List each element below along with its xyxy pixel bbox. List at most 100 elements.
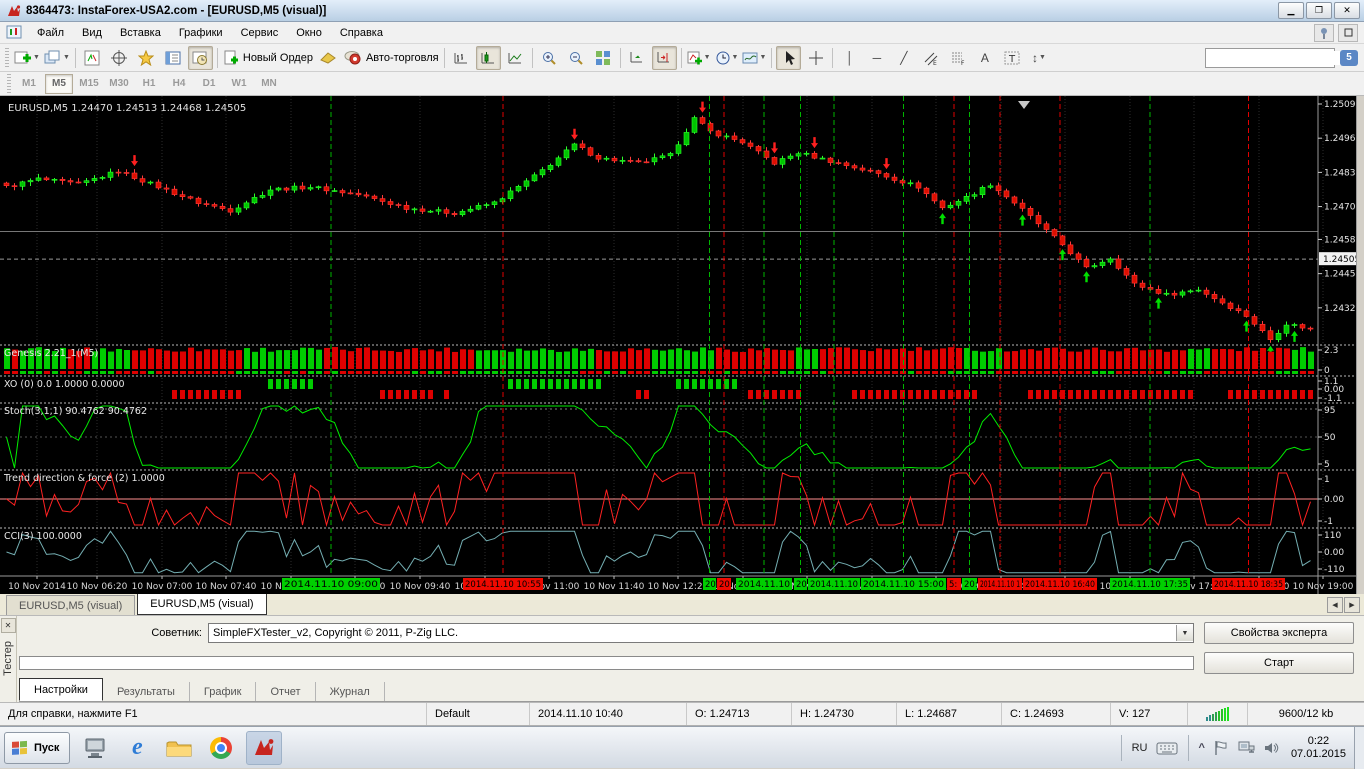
status-profile[interactable]: Default [426,703,529,725]
start-button-windows[interactable]: Пуск [4,732,70,764]
tf-m15[interactable]: M15 [75,74,103,94]
tester-close-button[interactable]: ✕ [1,618,16,633]
keyboard-icon[interactable] [1152,741,1182,755]
tf-h1[interactable]: H1 [135,74,163,94]
internet-explorer-icon[interactable]: e [120,732,154,764]
status-open: O: 1.24713 [686,703,791,725]
menu-view[interactable]: Вид [73,24,111,42]
horizontal-line-button[interactable]: ─ [864,46,889,70]
tester-tab-journal[interactable]: Журнал [316,682,385,701]
tabs-scroll-left-icon[interactable]: ◀ [1327,597,1343,613]
tile-windows-button[interactable] [591,46,616,70]
network-icon[interactable] [1233,740,1259,756]
chart-scrollbar[interactable] [1356,96,1364,594]
terminal-button[interactable] [161,46,186,70]
tester-tab-settings[interactable]: Настройки [19,678,103,701]
chart-line-button[interactable] [503,46,528,70]
chart-canvas[interactable]: EURUSD,M5 1.24470 1.24513 1.24468 1.2450… [0,96,1356,594]
menu-charts[interactable]: Графики [170,24,232,42]
tf-m5[interactable]: M5 [45,74,73,94]
language-indicator[interactable]: RU [1128,742,1152,754]
arrows-tool-button[interactable]: ↕▼ [1026,46,1051,70]
svg-text:0.00: 0.00 [1324,495,1344,505]
restore-button[interactable]: ❐ [1306,2,1332,19]
tester-tab-graph[interactable]: График [190,682,257,701]
zoom-out-button[interactable] [564,46,589,70]
indicators-button[interactable]: ▼ [686,46,712,70]
tf-d1[interactable]: D1 [195,74,223,94]
pin-icon[interactable] [1314,24,1334,42]
svg-text:0: 0 [1324,366,1330,376]
notifications-badge[interactable]: 5 [1340,50,1358,66]
close-button[interactable]: ✕ [1334,2,1360,19]
tf-h4[interactable]: H4 [165,74,193,94]
toolbar-grip[interactable] [5,48,9,68]
chart-tab-1[interactable]: EURUSD,M5 (visual) [137,592,266,615]
metatrader-taskbar-icon[interactable] [246,731,282,765]
tester-tab-report[interactable]: Отчет [256,682,315,701]
fibonacci-button[interactable]: F [945,46,970,70]
periods-button[interactable]: ▼ [714,46,740,70]
folder-icon[interactable] [162,732,196,764]
text-label-button[interactable]: T [999,46,1024,70]
tf-w1[interactable]: W1 [225,74,253,94]
tf-mn[interactable]: MN [255,74,283,94]
profiles-button[interactable]: ▼ [43,46,71,70]
start-button[interactable]: Старт [1204,652,1354,674]
chevron-down-icon[interactable]: ▼ [1176,625,1193,641]
auto-trading-button[interactable]: Авто-торговля [343,46,440,70]
strategy-tester-button[interactable] [188,46,213,70]
new-order-button[interactable]: Новый Ордер [222,46,314,70]
vertical-line-button[interactable]: │ [837,46,862,70]
toolbar-grip[interactable] [7,74,11,94]
cursor-button[interactable] [776,46,801,70]
text-button[interactable]: A [972,46,997,70]
tabs-scroll-right-icon[interactable]: ▶ [1344,597,1360,613]
new-chart-button[interactable]: ▼ [13,46,41,70]
zoom-in-button[interactable] [537,46,562,70]
navigator-button[interactable] [134,46,159,70]
svg-text:2014.11.10 18:35: 2014.11.10 18:35 [1214,580,1283,590]
tf-m30[interactable]: M30 [105,74,133,94]
tester-tab-results[interactable]: Результаты [103,682,190,701]
data-window-button[interactable] [107,46,132,70]
svg-text:10 Nov 07:40: 10 Nov 07:40 [196,582,257,592]
show-desktop-button[interactable] [1354,727,1364,769]
search-field[interactable] [1205,48,1335,68]
crosshair-button[interactable] [803,46,828,70]
svg-text:1.24965: 1.24965 [1324,134,1356,144]
chart-candles-button[interactable] [476,46,501,70]
svg-text:50: 50 [1324,433,1336,443]
menu-insert[interactable]: Вставка [111,24,170,42]
tray-expand-icon[interactable]: ^ [1195,742,1209,754]
trendline-button[interactable]: ╱ [891,46,916,70]
chart-shift-button[interactable] [652,46,677,70]
svg-text:10 Nov 07:00: 10 Nov 07:00 [132,582,193,592]
chrome-icon[interactable] [204,732,238,764]
minimize-button[interactable]: ▁ [1278,2,1304,19]
expert-combobox[interactable]: SimpleFXTester_v2, Copyright © 2011, P-Z… [208,623,1194,643]
svg-text:10 Nov 09:40: 10 Nov 09:40 [390,582,451,592]
svg-text:2014.11.10 15:00: 2014.11.10 15:00 [863,580,944,590]
channel-button[interactable]: E [918,46,943,70]
menu-help[interactable]: Справка [331,24,392,42]
expert-properties-button[interactable]: Свойства эксперта [1204,622,1354,644]
menu-window[interactable]: Окно [287,24,331,42]
volume-icon[interactable] [1259,740,1283,756]
metaeditor-button[interactable] [316,46,341,70]
flag-icon[interactable] [1209,740,1233,756]
market-watch-button[interactable] [80,46,105,70]
search-input[interactable] [1206,51,1354,65]
child-restore-button[interactable] [1338,24,1358,42]
menu-service[interactable]: Сервис [232,24,288,42]
chart-bars-button[interactable] [449,46,474,70]
taskbar-app-icon[interactable] [78,732,112,764]
menu-file[interactable]: Файл [28,24,73,42]
templates-button[interactable]: ▼ [741,46,767,70]
svg-text:-110: -110 [1324,565,1345,575]
chart-tab-0[interactable]: EURUSD,M5 (visual) [6,595,135,615]
auto-scroll-button[interactable] [625,46,650,70]
tf-m1[interactable]: M1 [15,74,43,94]
toolbar-separator [217,48,218,68]
tray-clock[interactable]: 0:22 07.01.2015 [1283,735,1354,761]
